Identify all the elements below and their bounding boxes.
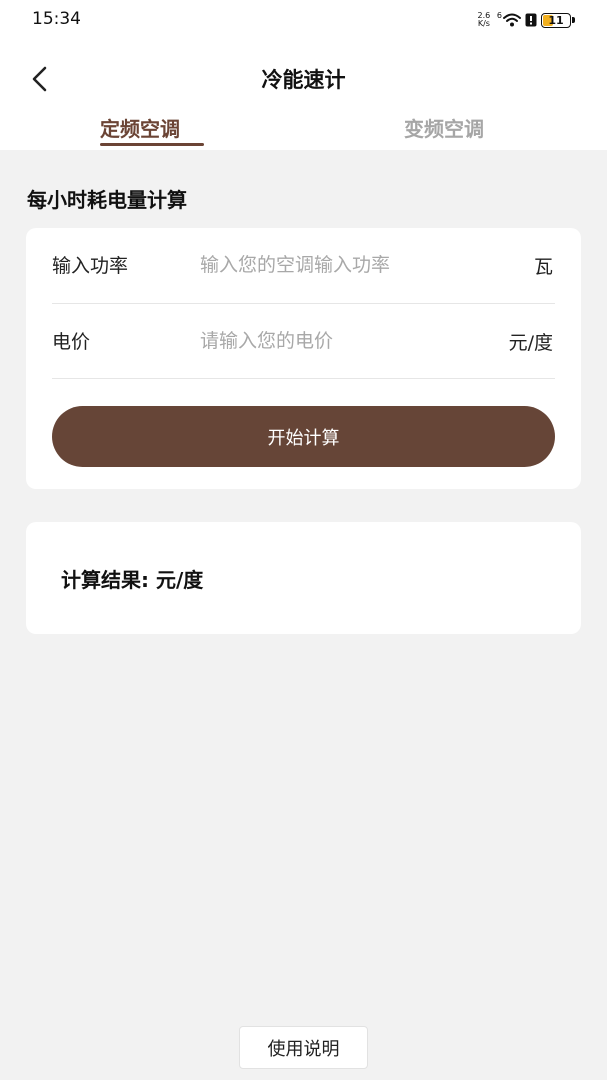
- page-title: 冷能速计: [261, 68, 346, 92]
- status-time: 15:34: [32, 9, 81, 29]
- price-unit: 元/度: [508, 332, 553, 354]
- battery-icon: 11: [541, 12, 575, 28]
- result-card: 计算结果: 元/度: [26, 522, 581, 634]
- active-tab-indicator: [100, 143, 204, 146]
- price-input[interactable]: [200, 326, 480, 356]
- battery-level: 11: [548, 13, 564, 27]
- alert-icon: [525, 13, 537, 27]
- tab-fixed-frequency[interactable]: 定频空调: [100, 113, 180, 142]
- power-unit: 瓦: [533, 256, 553, 278]
- status-bar: 15:34 2.6 K/s 6 11: [0, 0, 607, 40]
- price-label: 电价: [52, 331, 91, 353]
- status-icons: 2.6 K/s 6 11: [475, 10, 575, 30]
- tab-variable-frequency[interactable]: 变频空调: [404, 113, 484, 142]
- result-text: 计算结果: 元/度: [61, 568, 204, 592]
- power-label: 输入功率: [52, 255, 129, 277]
- help-button[interactable]: 使用说明: [239, 1026, 368, 1069]
- calculator-card: 输入功率 瓦 电价 元/度 开始计算: [26, 228, 581, 489]
- network-speed-unit: K/s: [477, 19, 490, 28]
- network-speed: 2.6 K/s: [475, 12, 493, 28]
- power-input[interactable]: [200, 250, 480, 280]
- price-row: 电价 元/度: [52, 304, 555, 379]
- wifi-icon: [503, 13, 521, 27]
- wifi-label: 6: [496, 11, 502, 20]
- power-row: 输入功率 瓦: [52, 228, 555, 303]
- section-title: 每小时耗电量计算: [27, 188, 187, 212]
- divider: [52, 378, 555, 379]
- start-calculation-button[interactable]: 开始计算: [52, 406, 555, 467]
